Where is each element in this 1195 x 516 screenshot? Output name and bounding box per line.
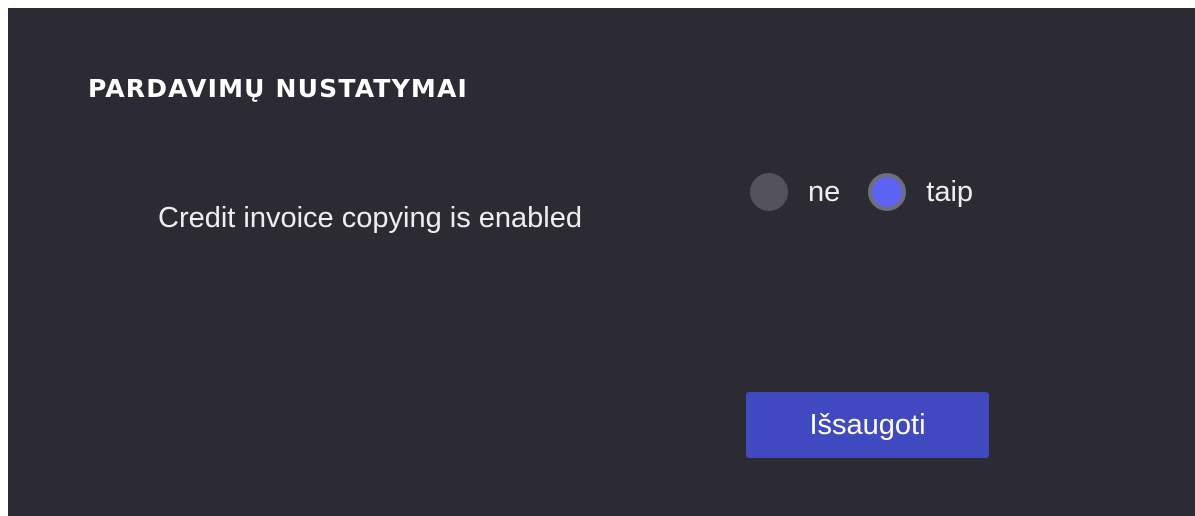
radio-group: ne taip [750,169,1001,215]
settings-panel: PARDAVIMŲ NUSTATYMAI Credit invoice copy… [8,8,1195,516]
radio-label-taip: taip [926,176,974,208]
radio-option-ne[interactable]: ne [750,173,840,211]
radio-button-ne[interactable] [750,173,788,211]
radio-button-taip[interactable] [868,173,907,211]
radio-label-ne: ne [808,176,841,208]
save-button[interactable]: Išsaugoti [746,392,989,458]
setting-label: Credit invoice copying is enabled [158,202,582,234]
radio-option-taip[interactable]: taip [868,173,973,211]
section-title: PARDAVIMŲ NUSTATYMAI [88,74,468,103]
